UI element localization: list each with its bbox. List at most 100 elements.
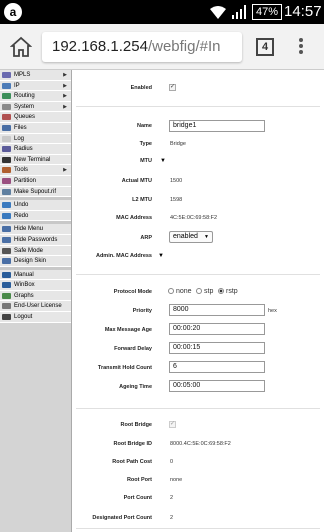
sidebar-item-label: MPLS: [14, 72, 31, 78]
sidebar-item-redo[interactable]: Redo: [0, 210, 71, 222]
sidebar-item-mpls[interactable]: MPLS ▶: [0, 70, 71, 81]
sidebar-item-label: Files: [14, 124, 27, 131]
sidebar-menu: MPLS ▶ IP ▶ Routing ▶ System ▶ Queues Files Log Rad…: [0, 70, 72, 532]
port-count-label: Port Count: [123, 495, 152, 501]
sidebar-item-log[interactable]: Log: [0, 133, 71, 145]
sidebar-item-label: New Terminal: [14, 156, 51, 163]
forward-delay-input[interactable]: 00:00:15: [169, 342, 265, 354]
protocol-mode-label: Protocol Mode: [113, 289, 152, 295]
sidebar-item-label: Logout: [14, 314, 33, 321]
clock: 14:57: [284, 3, 322, 20]
protocol-stp-radio[interactable]: stp: [196, 288, 213, 296]
sidebar-item-end-user-license[interactable]: End-User License: [0, 301, 71, 313]
safe-mode-icon: [2, 247, 11, 254]
root-path-cost-label: Root Path Cost: [112, 459, 152, 465]
queues-icon: [2, 114, 11, 121]
sidebar-item-system[interactable]: System ▶: [0, 101, 71, 113]
sidebar-item-label: Undo: [14, 202, 29, 209]
winbox-icon: [2, 282, 11, 289]
undo-icon: [2, 202, 11, 209]
name-input[interactable]: bridge1: [169, 120, 265, 132]
ip-icon: [2, 82, 11, 89]
protocol-none-radio[interactable]: none: [168, 288, 192, 296]
sidebar-item-manual[interactable]: Manual: [0, 269, 71, 281]
sidebar-item-queues[interactable]: Queues: [0, 112, 71, 123]
root-bridge-id-value: 8000.4C:5E:0C:69:58:F2: [170, 441, 231, 447]
sidebar-item-label: Manual: [14, 271, 34, 278]
routing-icon: [2, 93, 11, 100]
sidebar-item-hide-passwords[interactable]: Hide Passwords: [0, 234, 71, 246]
sidebar-item-partition[interactable]: Partition: [0, 175, 71, 187]
sidebar-item-label: Safe Mode: [14, 247, 44, 254]
arp-select[interactable]: enabled ▼: [169, 231, 213, 243]
sidebar-item-safe-mode[interactable]: Safe Mode: [0, 245, 71, 257]
l2-mtu-label: L2 MTU: [132, 197, 152, 203]
sidebar-item-radius[interactable]: Radius: [0, 144, 71, 155]
sidebar-item-ip[interactable]: IP ▶: [0, 80, 71, 92]
sidebar-item-label: Graphs: [14, 292, 34, 299]
priority-input[interactable]: 8000: [169, 304, 265, 316]
sidebar-item-label: Hide Passwords: [14, 236, 58, 243]
design-skin-icon: [2, 258, 11, 265]
mpls-icon: [2, 72, 11, 78]
address-bar[interactable]: 192.168.1.254/webfig/#In: [42, 32, 242, 62]
wifi-icon: [210, 6, 226, 19]
sidebar-item-label: Tools: [14, 167, 29, 174]
sidebar-item-new-terminal[interactable]: New Terminal: [0, 154, 71, 166]
sidebar-item-label: Hide Menu: [14, 226, 44, 233]
manual-icon: [2, 271, 11, 278]
sidebar-item-hide-menu[interactable]: Hide Menu: [0, 224, 71, 235]
logout-icon: [2, 314, 11, 321]
root-port-value: none: [170, 477, 183, 483]
log-icon: [2, 135, 11, 142]
sidebar-item-routing[interactable]: Routing ▶: [0, 91, 71, 102]
chevron-right-icon: ▶: [63, 72, 67, 78]
mtu-expand-icon[interactable]: ▼: [160, 157, 166, 165]
redo-icon: [2, 212, 11, 219]
hide-passwords-icon: [2, 236, 11, 243]
enabled-checkbox[interactable]: ✓: [169, 84, 176, 91]
sidebar-item-make-supout-rif[interactable]: Make Supout.rif: [0, 186, 71, 198]
sidebar-item-winbox[interactable]: WinBox: [0, 280, 71, 291]
transmit-hold-count-input[interactable]: 6: [169, 361, 265, 373]
sidebar-item-label: IP: [14, 82, 20, 89]
home-icon[interactable]: [10, 36, 32, 58]
divider: [76, 528, 320, 529]
browser-toolbar: 192.168.1.254/webfig/#In 4: [0, 24, 324, 70]
mtu-label: MTU: [140, 158, 152, 164]
priority-label: Priority: [132, 308, 152, 314]
end-user-license-icon: [2, 303, 11, 310]
sidebar-item-undo[interactable]: Undo: [0, 200, 71, 211]
tab-switcher-button[interactable]: 4: [256, 38, 274, 56]
ageing-time-input[interactable]: 00:05:00: [169, 380, 265, 392]
sidebar-item-design-skin[interactable]: Design Skin: [0, 256, 71, 267]
system-icon: [2, 103, 11, 110]
mac-address-value: 4C:5E:0C:69:58:F2: [170, 215, 218, 221]
max-message-age-label: Max Message Age: [104, 327, 152, 333]
protocol-rstp-radio[interactable]: rstp: [218, 288, 238, 296]
chevron-right-icon: ▶: [63, 167, 67, 174]
designated-port-count-value: 2: [170, 515, 174, 521]
enabled-label: Enabled: [130, 85, 152, 91]
bridge-settings-form: Enabled ✓ Name bridge1 Type Bridge MTU ▼…: [72, 70, 324, 532]
sidebar-item-files[interactable]: Files: [0, 122, 71, 134]
sidebar-item-graphs[interactable]: Graphs: [0, 290, 71, 302]
sidebar-item-tools[interactable]: Tools ▶: [0, 165, 71, 176]
mac-address-label: MAC Address: [116, 215, 152, 221]
port-count-value: 2: [170, 495, 174, 501]
chevron-right-icon: ▶: [63, 103, 67, 110]
sidebar-item-logout[interactable]: Logout: [0, 312, 71, 323]
chevron-right-icon: ▶: [63, 93, 67, 100]
divider: [76, 274, 320, 275]
signal-icon: [232, 5, 246, 19]
root-bridge-id-label: Root Bridge ID: [113, 441, 153, 447]
divider: [76, 106, 320, 107]
admin-mac-expand-icon[interactable]: ▼: [158, 252, 164, 260]
root-bridge-label: Root Bridge: [120, 422, 152, 428]
sidebar-item-label: Queues: [14, 114, 36, 121]
sidebar-item-label: System: [14, 103, 35, 110]
tools-icon: [2, 167, 11, 174]
arp-label: ARP: [140, 235, 152, 241]
browser-menu-icon[interactable]: [298, 38, 304, 58]
max-message-age-input[interactable]: 00:00:20: [169, 323, 265, 335]
